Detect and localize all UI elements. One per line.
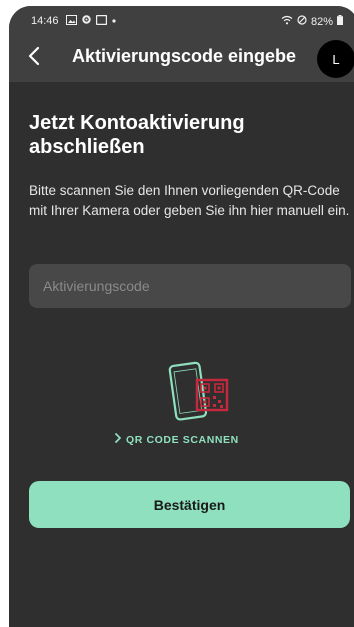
activation-description: Bitte scannen Sie den Ihnen vorliegenden… [29, 183, 350, 218]
notification-icons [66, 14, 117, 28]
screen-icon [95, 14, 108, 28]
status-time: 14:46 [31, 15, 59, 27]
activation-code-input[interactable] [29, 264, 351, 308]
wifi-icon [281, 15, 293, 28]
system-status: 82% [281, 15, 343, 28]
activation-heading: Jetzt Kontoaktivierung abschließen [29, 112, 245, 158]
avatar-letter: L [332, 51, 340, 67]
phone-qr-icon [167, 361, 231, 430]
confirm-button[interactable]: Bestätigen [29, 481, 350, 528]
qr-scan-label: QR CODE SCANNEN [126, 433, 239, 446]
dot-icon [111, 15, 117, 27]
app-bar: Aktivierungscode eingebe L [9, 34, 354, 82]
chevron-left-icon [28, 46, 42, 71]
chevron-right-icon [114, 433, 122, 446]
page-title: Aktivierungscode eingebe [72, 46, 297, 66]
status-bar: 14:46 82% [9, 6, 354, 34]
avatar[interactable]: L [317, 40, 354, 78]
back-button[interactable] [21, 44, 49, 72]
battery-icon [337, 15, 343, 28]
settings-icon [81, 14, 92, 28]
battery-level: 82% [310, 15, 333, 28]
dnd-icon [297, 15, 307, 28]
qr-scan-illustration [167, 358, 231, 431]
qr-scan-link[interactable]: QR CODE SCANNEN [114, 433, 239, 446]
gallery-icon [66, 14, 77, 28]
phone-screen: 14:46 82% Aktivierungscode eingebe L Jet… [9, 6, 354, 627]
